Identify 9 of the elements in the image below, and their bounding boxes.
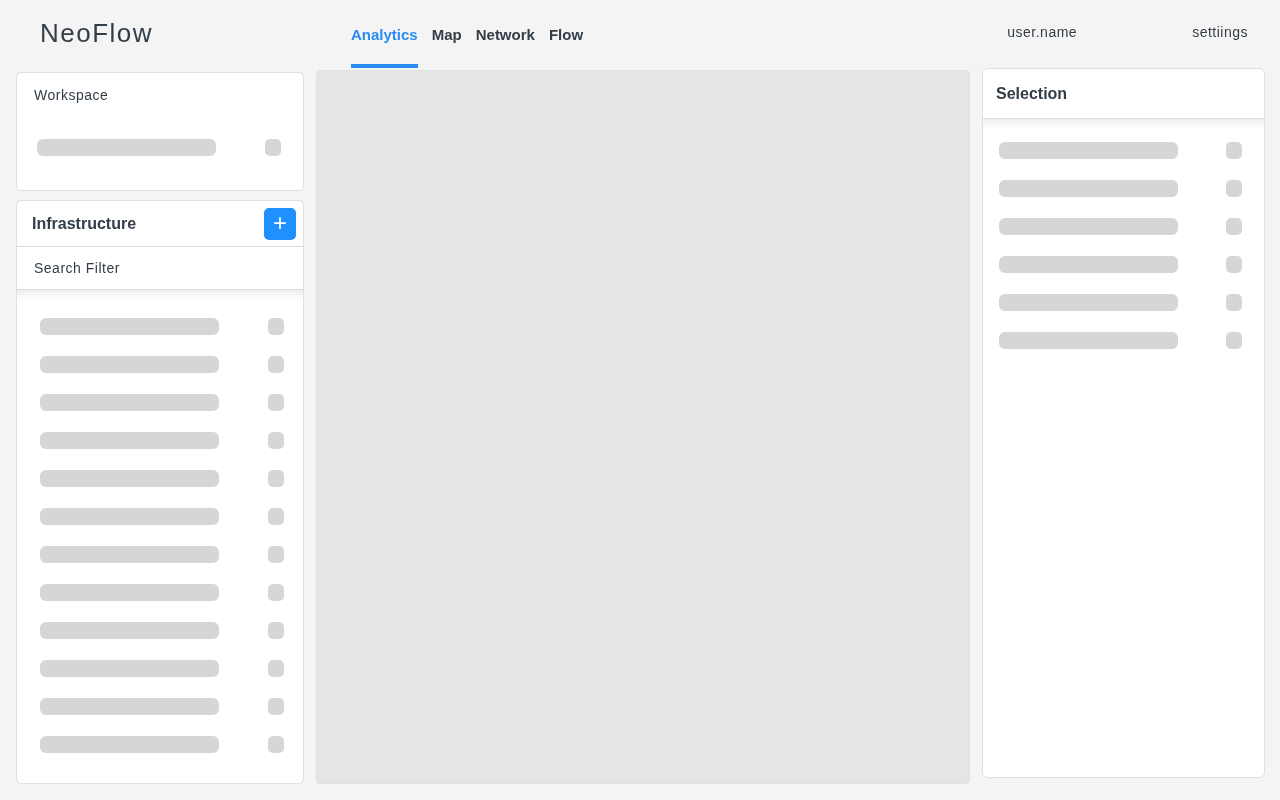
app-logo: NeoFlow [40, 16, 155, 50]
panel-title: Selection [996, 84, 1068, 103]
user-name-link[interactable]: user.name [1007, 0, 1078, 68]
nav-tab[interactable]: Network [475, 0, 535, 68]
nav-tab[interactable]: Flow [548, 0, 584, 68]
nav-tab[interactable]: Map [431, 0, 462, 68]
workspace-label: Workspace [34, 87, 110, 103]
panel-title: Infrastructure [32, 214, 137, 233]
settings-link[interactable]: settiings [1192, 0, 1248, 68]
